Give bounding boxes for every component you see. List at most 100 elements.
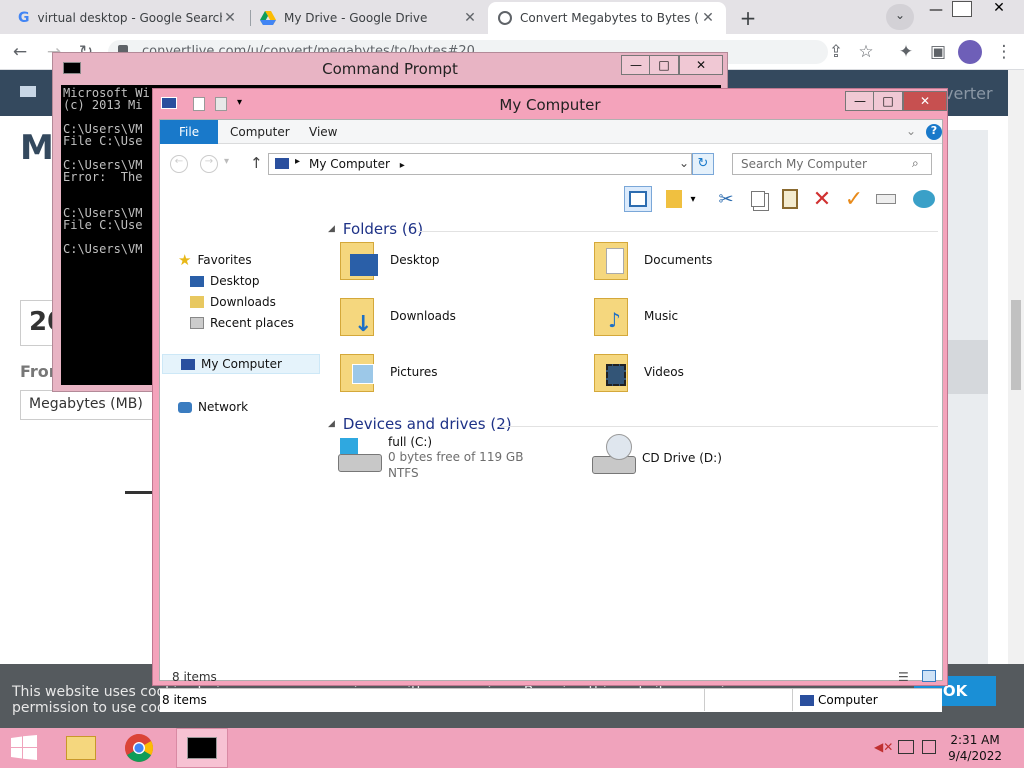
nav-downloads[interactable]: Downloads: [190, 292, 276, 312]
network-tray-icon[interactable]: [898, 740, 914, 754]
preview-pane-icon[interactable]: [624, 186, 652, 212]
computer-small-icon: [275, 158, 289, 169]
cmd-taskbar-button[interactable]: [176, 728, 228, 768]
tab-view[interactable]: View: [309, 120, 337, 144]
help-icon[interactable]: ?: [926, 124, 942, 140]
folder-desktop[interactable]: Desktop: [340, 236, 440, 284]
tab-convert[interactable]: Convert Megabytes to Bytes (MB ✕: [488, 2, 726, 34]
explorer-search-input[interactable]: Search My Computer: [732, 153, 932, 175]
cmd-close-button[interactable]: ✕: [679, 55, 723, 75]
cmd-icon: [187, 737, 217, 759]
site-icon: [498, 11, 512, 25]
details-view-icon[interactable]: ☰: [898, 670, 909, 684]
recent-places-icon: [190, 317, 204, 329]
back-icon[interactable]: ←: [8, 40, 32, 64]
chrome-taskbar-button[interactable]: [116, 728, 162, 768]
large-icons-view-icon[interactable]: [922, 670, 936, 682]
tab-title: Convert Megabytes to Bytes (MB: [520, 11, 700, 25]
nav-label: Favorites: [197, 253, 252, 267]
minimize-button[interactable]: —: [924, 2, 948, 18]
folder-pictures[interactable]: Pictures: [340, 348, 438, 396]
folder-downloads[interactable]: ↓ Downloads: [340, 292, 456, 340]
close-tab-icon[interactable]: ✕: [462, 10, 478, 26]
bookmark-star-icon[interactable]: ☆: [854, 40, 878, 64]
close-tab-icon[interactable]: ✕: [700, 10, 716, 26]
side-panel-icon[interactable]: ▣: [926, 40, 950, 64]
rename-check-icon[interactable]: ✓: [840, 186, 868, 212]
explorer-close-button[interactable]: ✕: [903, 91, 947, 111]
up-icon[interactable]: ↑: [250, 154, 263, 172]
drive-c[interactable]: full (C:) 0 bytes free of 119 GB NTFS: [338, 434, 523, 482]
uk-flag-icon[interactable]: [20, 86, 36, 97]
map-drive-icon[interactable]: [872, 186, 900, 212]
tab-file[interactable]: File: [160, 120, 219, 144]
explorer-minimize-button[interactable]: —: [845, 91, 875, 111]
site-side-panel-band: [948, 340, 988, 394]
speaker-muted-icon[interactable]: ◀✕: [874, 740, 893, 754]
nav-label: Downloads: [210, 295, 276, 309]
expand-ribbon-icon[interactable]: ⌄: [906, 124, 916, 138]
copy-icon[interactable]: [744, 186, 772, 212]
command-toolbar: ▾ ✂ ✕ ✓: [160, 182, 942, 216]
site-nav-label[interactable]: verter: [944, 84, 993, 103]
folder-videos[interactable]: Videos: [594, 348, 684, 396]
tab-computer[interactable]: Computer: [230, 120, 290, 144]
cmd-minimize-button[interactable]: —: [621, 55, 651, 75]
folder-documents[interactable]: Documents: [594, 236, 712, 284]
file-explorer-taskbar-button[interactable]: [58, 728, 104, 768]
nav-network[interactable]: Network: [178, 397, 248, 417]
restore-button[interactable]: [952, 1, 972, 17]
refresh-icon[interactable]: ↻: [692, 153, 714, 175]
nav-desktop[interactable]: Desktop: [190, 271, 260, 291]
action-center-icon[interactable]: [922, 740, 936, 754]
delete-icon[interactable]: ✕: [808, 186, 836, 212]
system-clock[interactable]: 2:31 AM 9/4/2022: [948, 732, 1002, 764]
breadcrumb-arrow-icon[interactable]: ▸: [295, 156, 300, 167]
folder-music[interactable]: ♪ Music: [594, 292, 678, 340]
close-window-button[interactable]: ✕: [984, 0, 1014, 18]
profile-avatar-icon[interactable]: [958, 40, 982, 64]
recent-locations-icon[interactable]: ▾: [224, 156, 229, 167]
breadcrumb-arrow-icon[interactable]: ▸: [400, 160, 405, 171]
page-scrollbar[interactable]: [1008, 70, 1024, 728]
folder-label: Videos: [644, 365, 684, 379]
share-icon[interactable]: ⇪: [824, 40, 848, 64]
nav-recent-places[interactable]: Recent places: [190, 313, 294, 333]
cut-icon[interactable]: ✂: [712, 186, 740, 212]
collapse-arrow-icon[interactable]: ◢: [328, 224, 335, 234]
folder-label: Music: [644, 309, 679, 323]
network-globe-icon[interactable]: [910, 186, 938, 212]
start-button[interactable]: [0, 728, 48, 768]
extensions-icon[interactable]: ✦: [894, 40, 918, 64]
menu-kebab-icon[interactable]: ⋮: [992, 40, 1016, 64]
star-icon: ★: [178, 251, 192, 269]
navigation-pane: ★ Favorites Desktop Downloads Recent plac…: [160, 220, 320, 640]
divider: [792, 689, 793, 711]
tab-google-drive[interactable]: My Drive - Google Drive ✕: [250, 2, 488, 34]
nav-favorites[interactable]: ★ Favorites: [178, 250, 252, 270]
site-side-panel: [948, 130, 988, 664]
from-unit-select[interactable]: Megabytes (MB): [20, 390, 160, 420]
new-tab-button[interactable]: +: [736, 6, 760, 30]
folder-label: Documents: [644, 253, 713, 267]
collapse-arrow-icon[interactable]: ◢: [328, 419, 335, 429]
drives-group-header[interactable]: ◢ Devices and drives (2): [328, 415, 512, 433]
forward-nav-icon[interactable]: →: [200, 155, 218, 173]
close-tab-icon[interactable]: ✕: [222, 10, 238, 26]
properties-check-icon[interactable]: [660, 186, 688, 212]
explorer-address-bar[interactable]: ▸ My Computer ▸ ⌄: [268, 153, 692, 175]
my-computer-window[interactable]: ▾ My Computer — □ ✕ File Computer View ⌄…: [152, 88, 948, 712]
drive-d[interactable]: CD Drive (D:): [592, 434, 722, 482]
nav-label: Desktop: [210, 274, 260, 288]
nav-my-computer[interactable]: My Computer: [162, 354, 320, 374]
explorer-maximize-button[interactable]: □: [873, 91, 903, 111]
search-icon[interactable]: ⌕: [912, 156, 919, 171]
address-dropdown-icon[interactable]: ⌄: [679, 156, 689, 170]
paste-icon[interactable]: [776, 186, 804, 212]
divider: [125, 491, 155, 494]
organize-dropdown-icon[interactable]: ▾: [686, 186, 700, 212]
tab-search-button[interactable]: ⌄: [886, 4, 914, 30]
tab-google-search[interactable]: G virtual desktop - Google Search ✕: [8, 2, 248, 34]
cmd-maximize-button[interactable]: □: [649, 55, 679, 75]
back-nav-icon[interactable]: ←: [170, 155, 188, 173]
